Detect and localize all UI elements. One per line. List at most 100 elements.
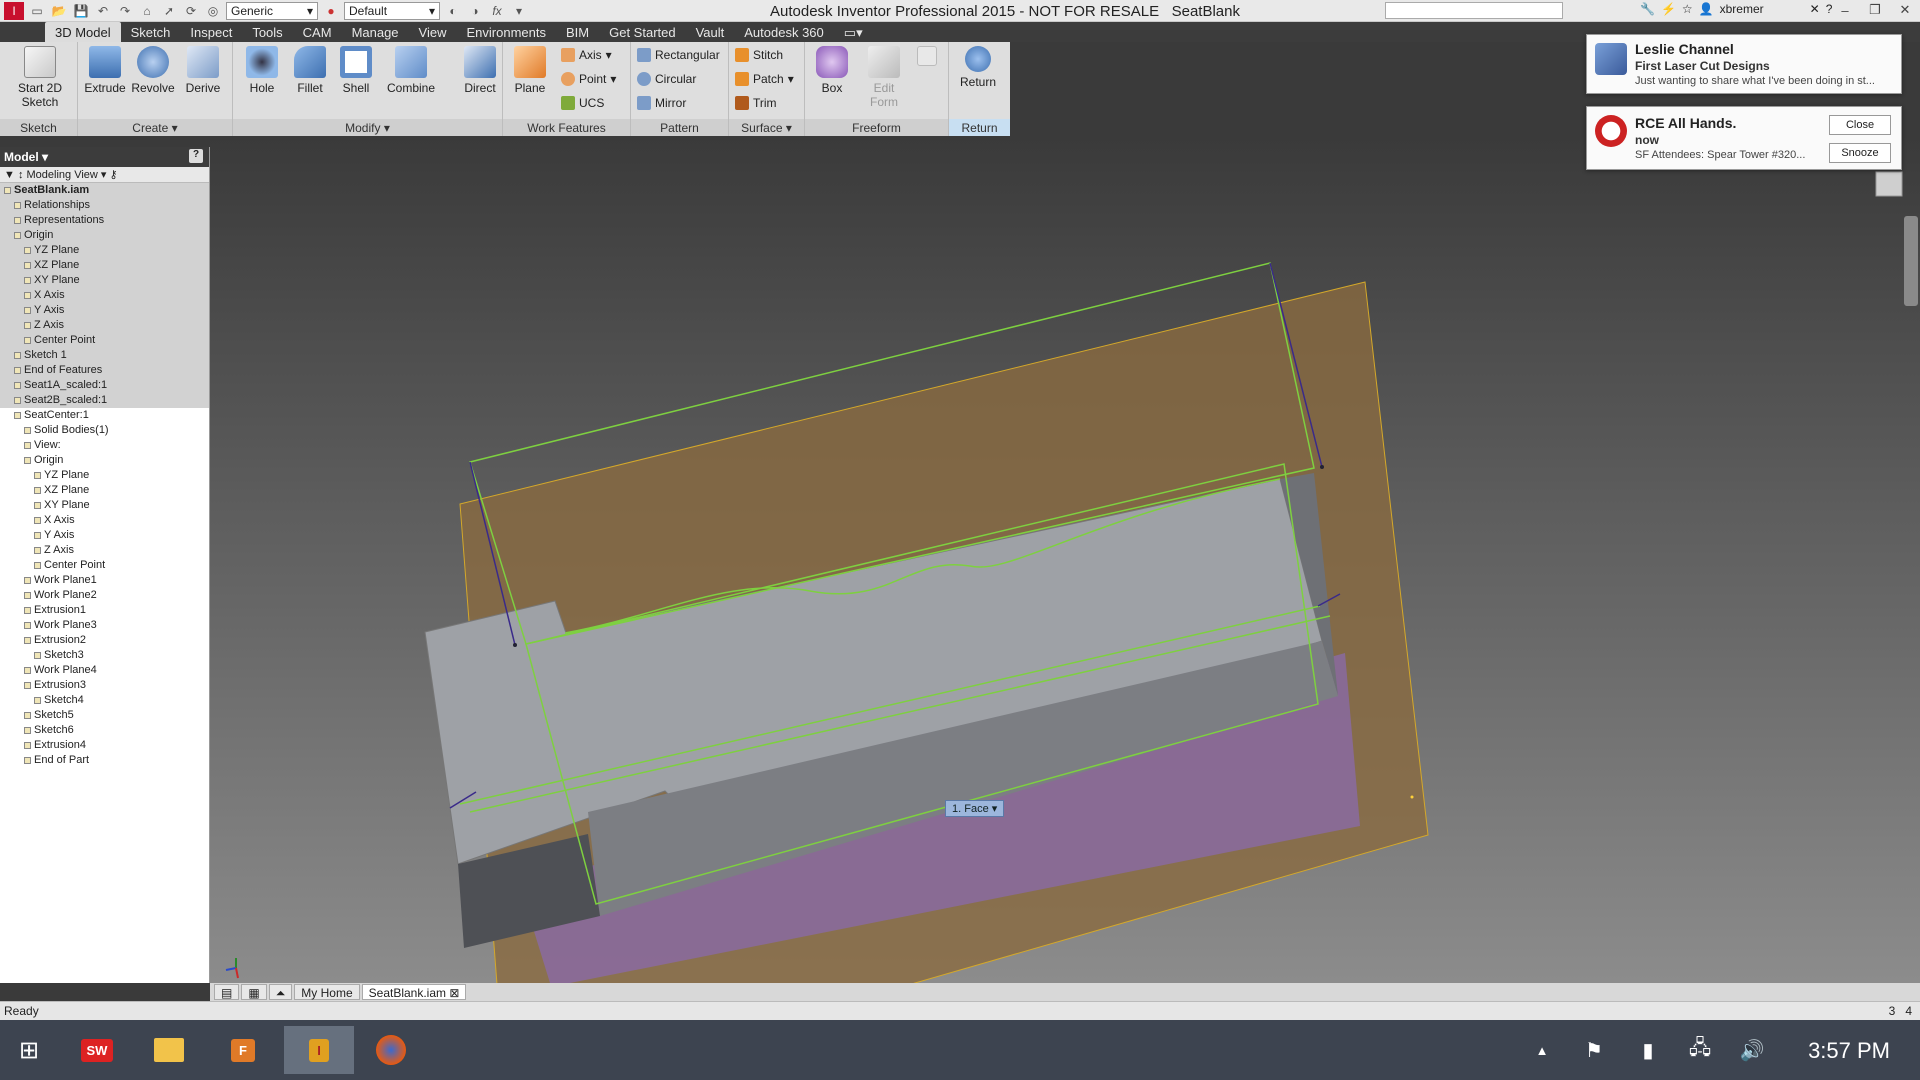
tree-item[interactable]: SeatBlank.iam xyxy=(0,183,209,198)
tree-item[interactable]: Center Point xyxy=(0,558,209,573)
tree-item[interactable]: Sketch3 xyxy=(0,648,209,663)
edit-form-button[interactable]: Edit Form xyxy=(861,46,907,109)
signal-icon[interactable]: ⚡ xyxy=(1661,2,1676,16)
user-icon[interactable]: 👤 xyxy=(1699,2,1714,16)
tab-cam[interactable]: CAM xyxy=(293,22,342,42)
graphics-viewport[interactable]: 1. Face ▾ xyxy=(210,136,1920,1080)
mirror-button[interactable]: Mirror xyxy=(637,96,686,110)
shell-button[interactable]: Shell xyxy=(333,46,379,95)
patch-button[interactable]: Patch ▾ xyxy=(735,72,794,86)
tree-item[interactable]: Center Point xyxy=(0,333,209,348)
hole-button[interactable]: Hole xyxy=(239,46,285,95)
sketch-point-3[interactable] xyxy=(1410,795,1414,799)
tree-item[interactable]: XY Plane xyxy=(0,498,209,513)
combine-button[interactable]: Combine xyxy=(383,46,439,95)
close-button[interactable]: Close xyxy=(1829,115,1891,135)
tab-seatblank[interactable]: SeatBlank.iam ⊠ xyxy=(361,984,467,1000)
sketch-point-1[interactable] xyxy=(513,643,517,647)
star-icon[interactable]: ☆ xyxy=(1682,2,1693,16)
tree-item[interactable]: End of Features xyxy=(0,363,209,378)
action-center-icon[interactable]: ⚑ xyxy=(1574,1026,1614,1074)
axis-button[interactable]: Axis ▾ xyxy=(561,48,612,62)
fillet-button[interactable]: Fillet xyxy=(287,46,333,95)
tab-inspect[interactable]: Inspect xyxy=(180,22,242,42)
tile-icon[interactable]: ▤ xyxy=(214,984,240,1000)
tab-get-started[interactable]: Get Started xyxy=(599,22,685,42)
extrude-button[interactable]: Extrude xyxy=(82,46,128,95)
home-icon[interactable]: ⌂ xyxy=(138,2,156,20)
trim-button[interactable]: Trim xyxy=(735,96,777,110)
navigation-bar[interactable] xyxy=(1904,216,1918,306)
start-button[interactable]: ⊞ xyxy=(0,1026,58,1074)
model-canvas[interactable] xyxy=(210,136,1920,1080)
tree-item[interactable]: YZ Plane xyxy=(0,243,209,258)
fusion-taskbar-button[interactable]: F xyxy=(214,1026,272,1074)
redo-icon[interactable]: ↷ xyxy=(116,2,134,20)
tree-item[interactable]: Z Axis xyxy=(0,318,209,333)
close-icon[interactable]: ⊠ xyxy=(449,986,459,1000)
volume-icon[interactable]: 🔊 xyxy=(1732,1026,1772,1074)
notification-reminder[interactable]: RCE All Hands. now SF Attendees: Spear T… xyxy=(1586,106,1902,170)
sketch-point-2[interactable] xyxy=(1320,465,1324,469)
tree-item[interactable]: Solid Bodies(1) xyxy=(0,423,209,438)
tree-item[interactable]: View: xyxy=(0,438,209,453)
tree-item[interactable]: Y Axis xyxy=(0,528,209,543)
help-icon[interactable]: ? xyxy=(189,149,203,163)
app-menu-icon[interactable]: I xyxy=(4,2,24,20)
power-icon[interactable]: ▮ xyxy=(1628,1026,1668,1074)
tree-item[interactable]: Work Plane4 xyxy=(0,663,209,678)
point-button[interactable]: Point ▾ xyxy=(561,72,616,86)
tree-item[interactable]: Sketch4 xyxy=(0,693,209,708)
tree-item[interactable]: Sketch5 xyxy=(0,708,209,723)
revolve-button[interactable]: Revolve xyxy=(130,46,176,95)
appearance-select[interactable]: Default ▾ xyxy=(344,2,440,20)
tree-item[interactable]: X Axis xyxy=(0,513,209,528)
restore-icon[interactable]: ❐ xyxy=(1860,0,1890,20)
tab-my-home[interactable]: My Home xyxy=(294,984,360,1000)
open-icon[interactable]: 📂 xyxy=(50,2,68,20)
taskbar-clock[interactable]: 3:57 PM xyxy=(1808,1038,1890,1064)
tab-vault[interactable]: Vault xyxy=(686,22,735,42)
tab-bim[interactable]: BIM xyxy=(556,22,599,42)
selection-label[interactable]: 1. Face ▾ xyxy=(945,800,1005,817)
select-icon[interactable]: ➚ xyxy=(160,2,178,20)
arrange-icon[interactable]: ⏶ xyxy=(268,984,293,1000)
tree-item[interactable]: XZ Plane xyxy=(0,258,209,273)
cascade-icon[interactable]: ▦ xyxy=(241,984,267,1000)
tree-item[interactable]: XY Plane xyxy=(0,273,209,288)
tree-item[interactable]: Extrusion1 xyxy=(0,603,209,618)
tree-item[interactable]: Representations xyxy=(0,213,209,228)
save-icon[interactable]: 💾 xyxy=(72,2,90,20)
return-button[interactable]: Return xyxy=(955,46,1001,89)
tree-item[interactable]: Extrusion2 xyxy=(0,633,209,648)
tree-item[interactable]: SeatCenter:1 xyxy=(0,408,209,423)
tree-item[interactable]: End of Part xyxy=(0,753,209,768)
panel-title-create[interactable]: Create ▾ xyxy=(78,119,232,136)
tab-view[interactable]: View xyxy=(409,22,457,42)
snooze-button[interactable]: Snooze xyxy=(1829,143,1891,163)
wrench-icon[interactable]: 🔧 xyxy=(1640,2,1655,16)
material-select[interactable]: Generic ▾ xyxy=(226,2,318,20)
start-sketch-button[interactable]: Start 2D Sketch xyxy=(14,46,66,109)
inventor-taskbar-button[interactable]: I xyxy=(284,1026,354,1074)
plane-button[interactable]: Plane xyxy=(507,46,553,95)
browser-view-selector[interactable]: ▼ ↕ Modeling View ▾ ⚷ xyxy=(0,167,209,183)
minimize-icon[interactable]: – xyxy=(1830,0,1860,20)
explorer-taskbar-button[interactable] xyxy=(140,1026,198,1074)
tree-item[interactable]: Y Axis xyxy=(0,303,209,318)
rectangular-pattern-button[interactable]: Rectangular xyxy=(637,48,720,62)
tree-item[interactable]: Work Plane3 xyxy=(0,618,209,633)
circular-pattern-button[interactable]: Circular xyxy=(637,72,696,86)
solidworks-taskbar-button[interactable]: SW xyxy=(68,1026,126,1074)
tree-item[interactable]: Seat1A_scaled:1 xyxy=(0,378,209,393)
tree-item[interactable]: XZ Plane xyxy=(0,483,209,498)
tree-item[interactable]: Sketch6 xyxy=(0,723,209,738)
undo-icon[interactable]: ↶ xyxy=(94,2,112,20)
box-button[interactable]: Box xyxy=(809,46,855,95)
notification-channel[interactable]: Leslie Channel First Laser Cut Designs J… xyxy=(1586,34,1902,94)
tree-item[interactable]: Work Plane1 xyxy=(0,573,209,588)
close-icon[interactable]: ✕ xyxy=(1890,0,1920,20)
viewcube-icon[interactable] xyxy=(1875,171,1903,197)
tree-item[interactable]: YZ Plane xyxy=(0,468,209,483)
adjust-icon[interactable]: ◐ xyxy=(444,2,462,20)
